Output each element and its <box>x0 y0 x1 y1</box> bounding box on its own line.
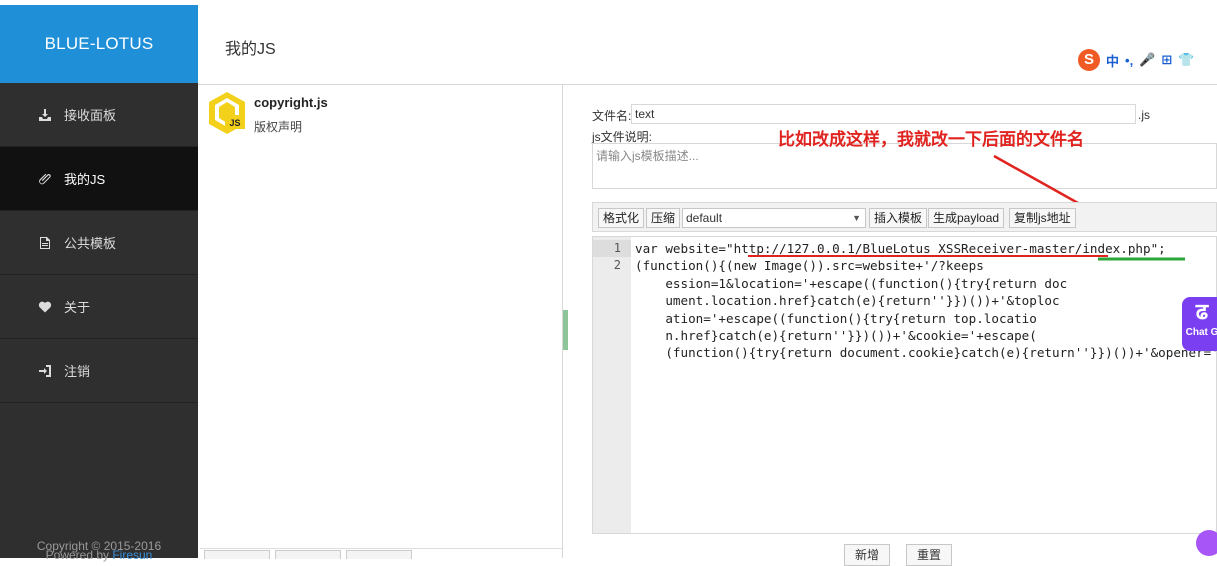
filename-field[interactable]: text <box>631 104 1136 124</box>
powered-link[interactable]: Firesun <box>112 548 152 562</box>
new-button[interactable]: 新增 <box>844 544 891 566</box>
sidebar: BLUE-LOTUS 接收面板 我的JS 公共模板 关于 注销 Copyrigh… <box>0 5 198 558</box>
assistant-bubble-icon[interactable] <box>1196 530 1217 556</box>
powered-by: Powered by Firesun <box>0 548 198 562</box>
compress-button[interactable]: 压缩 <box>646 208 681 228</box>
copy-js-url-button[interactable]: 复制js地址 <box>1009 208 1076 228</box>
line-gutter <box>593 237 631 533</box>
sidebar-item-label: 我的JS <box>64 172 106 187</box>
format-button[interactable]: 格式化 <box>598 208 645 228</box>
powered-prefix: Powered by <box>45 548 113 562</box>
ime-toolbar: S 中 •, 🎤 ⊞ 👕 <box>1078 48 1194 72</box>
js-item-name: copyright.js <box>254 95 328 110</box>
sidebar-item-about[interactable]: 关于 <box>0 275 198 339</box>
sidebar-item-receive-panel[interactable]: 接收面板 <box>0 83 198 147</box>
chevron-down-icon: ▼ <box>852 213 861 223</box>
download-tray-icon <box>39 108 51 121</box>
sidebar-item-logout[interactable]: 注销 <box>0 339 198 403</box>
sogou-logo-icon[interactable]: S <box>1078 49 1100 71</box>
reset-button[interactable]: 重置 <box>906 544 953 566</box>
template-select-value: default <box>686 211 723 225</box>
annotation-text: 比如改成这样，我就改一下后面的文件名 <box>778 130 1084 150</box>
template-select[interactable]: default ▼ <box>682 208 866 228</box>
brand-logo[interactable]: BLUE-LOTUS <box>0 5 198 83</box>
ime-punctuation[interactable]: •, <box>1125 53 1133 68</box>
sidebar-item-my-js[interactable]: 我的JS <box>0 147 198 211</box>
generate-payload-button[interactable]: 生成payload <box>928 208 1005 228</box>
ime-keyboard-icon[interactable]: ⊞ <box>1161 52 1172 68</box>
editor-pane: 文件名: text .js js文件说明: 请输入js模板描述... 比如改成这… <box>568 85 1217 566</box>
paperclip-icon <box>39 173 51 184</box>
sidebar-item-label: 关于 <box>64 300 91 315</box>
chat-widget-label: Chat G <box>1185 327 1217 338</box>
sidebar-item-public-templates[interactable]: 公共模板 <box>0 211 198 275</box>
js-list-panel: JS copyright.js 版权声明 <box>200 85 563 558</box>
svg-text:JS: JS <box>229 118 240 128</box>
editor-toolbar: 格式化 压缩 default ▼ 插入模板 生成payload 复制js地址 <box>592 202 1217 232</box>
filename-label: 文件名: <box>592 109 632 123</box>
ime-skin-icon[interactable]: 👕 <box>1178 52 1194 68</box>
sidebar-item-label: 注销 <box>64 364 91 379</box>
sidebar-item-label: 公共模板 <box>64 236 117 251</box>
header: 我的JS S 中 •, 🎤 ⊞ 👕 <box>198 5 1217 85</box>
ime-chinese-mode[interactable]: 中 <box>1106 51 1119 70</box>
list-item[interactable]: JS copyright.js 版权声明 <box>208 91 548 137</box>
js-file-icon: JS <box>209 92 245 134</box>
url-underline-marks <box>748 255 1185 261</box>
sidebar-item-label: 接收面板 <box>64 108 117 123</box>
page-title: 我的JS <box>225 41 276 58</box>
filename-suffix: .js <box>1138 108 1150 122</box>
chat-logo-icon: ढ <box>1195 299 1209 324</box>
chat-widget[interactable]: ढ Chat G <box>1182 297 1217 351</box>
sign-out-icon <box>39 364 51 377</box>
insert-template-button[interactable]: 插入模板 <box>869 208 928 228</box>
ime-voice-icon[interactable]: 🎤 <box>1139 52 1155 68</box>
document-icon <box>40 236 50 249</box>
sidebar-nav: 接收面板 我的JS 公共模板 关于 注销 <box>0 83 198 403</box>
code-editor[interactable]: 1 2 var website="http://127.0.0.1/BlueLo… <box>592 236 1217 534</box>
js-item-desc: 版权声明 <box>254 120 303 134</box>
heart-icon <box>38 301 52 312</box>
